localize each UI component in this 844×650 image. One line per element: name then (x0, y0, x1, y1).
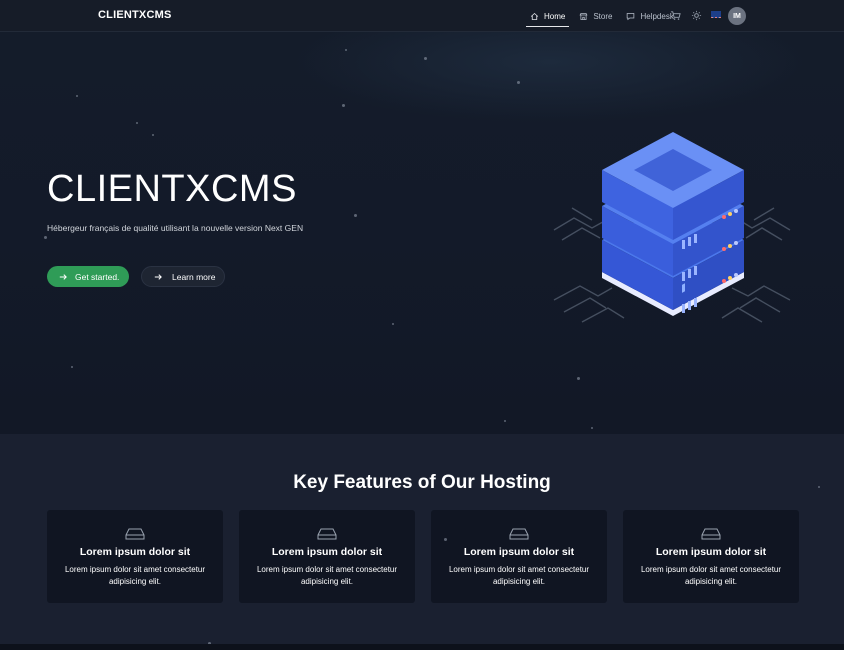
star-dot (818, 486, 820, 488)
feature-card-title: Lorem ipsum dolor sit (655, 546, 767, 558)
cart-icon[interactable] (670, 10, 681, 21)
nav-store-label: Store (593, 11, 613, 21)
feature-card-text: Lorem ipsum dolor sit amet consectetur a… (448, 565, 590, 586)
hero-title: CLIENTXCMS (47, 168, 297, 210)
feature-card-text: Lorem ipsum dolor sit amet consectetur a… (64, 565, 206, 586)
feature-card-title: Lorem ipsum dolor sit (463, 546, 575, 558)
sun-icon[interactable] (691, 10, 702, 21)
feature-card: Lorem ipsum dolor sit Lorem ipsum dolor … (431, 510, 607, 603)
star-dot (504, 420, 506, 422)
feature-card-text: Lorem ipsum dolor sit amet consectetur a… (640, 565, 782, 586)
store-icon (579, 12, 588, 20)
star-dot (444, 538, 447, 541)
star-dot (76, 95, 78, 97)
star-dot (136, 122, 138, 124)
user-avatar[interactable]: IM (728, 7, 746, 25)
features-section: Key Features of Our Hosting Lorem ipsum … (0, 434, 844, 645)
home-icon (530, 12, 539, 20)
hard-drive-icon (125, 528, 145, 540)
star-dot (424, 57, 427, 60)
nav-store-link[interactable]: Store (575, 0, 616, 32)
brand-logo[interactable]: CLIENTXCMS (98, 9, 172, 21)
learn-more-label: Learn more (172, 271, 216, 282)
star-dot (71, 366, 73, 368)
star-dot (591, 427, 593, 429)
feature-card-text: Lorem ipsum dolor sit amet consectetur a… (256, 565, 398, 586)
star-dot (392, 323, 394, 325)
uk-flag-icon[interactable] (711, 11, 721, 18)
hero-section: CLIENTXCMS Hébergeur français de qualité… (0, 32, 844, 434)
feature-card-title: Lorem ipsum dolor sit (271, 546, 383, 558)
feature-card: Lorem ipsum dolor sit Lorem ipsum dolor … (623, 510, 799, 603)
nav-home-label: Home (544, 11, 566, 21)
star-dot (44, 236, 47, 239)
nav-links: Home Store Helpdesk (526, 0, 680, 32)
footer-edge (0, 644, 844, 650)
star-dot (577, 377, 580, 380)
arrow-right-icon (154, 273, 162, 280)
get-started-label: Get started. (75, 271, 120, 282)
learn-more-button[interactable]: Learn more (141, 266, 225, 287)
feature-card: Lorem ipsum dolor sit Lorem ipsum dolor … (47, 510, 223, 603)
feature-card-title: Lorem ipsum dolor sit (79, 546, 191, 558)
hard-drive-icon (701, 528, 721, 540)
hard-drive-icon (317, 528, 337, 540)
star-dot (342, 104, 345, 107)
star-dot (354, 214, 357, 217)
hard-drive-icon (509, 528, 529, 540)
server-rack-illustration (553, 132, 791, 323)
hero-subtitle: Hébergeur français de qualité utilisant … (47, 223, 304, 233)
get-started-button[interactable]: Get started. (47, 266, 129, 287)
top-navbar: CLIENTXCMS Home Store Helpdesk IM (0, 0, 844, 32)
nav-home-link[interactable]: Home (526, 0, 570, 32)
star-dot (345, 49, 347, 51)
star-dot (517, 81, 520, 84)
chat-icon (627, 12, 635, 20)
nav-helpdesk-label: Helpdesk (640, 11, 674, 21)
arrow-right-icon (59, 273, 67, 280)
features-title: Key Features of Our Hosting (293, 472, 551, 493)
feature-card: Lorem ipsum dolor sit Lorem ipsum dolor … (239, 510, 415, 603)
star-dot (152, 134, 154, 136)
